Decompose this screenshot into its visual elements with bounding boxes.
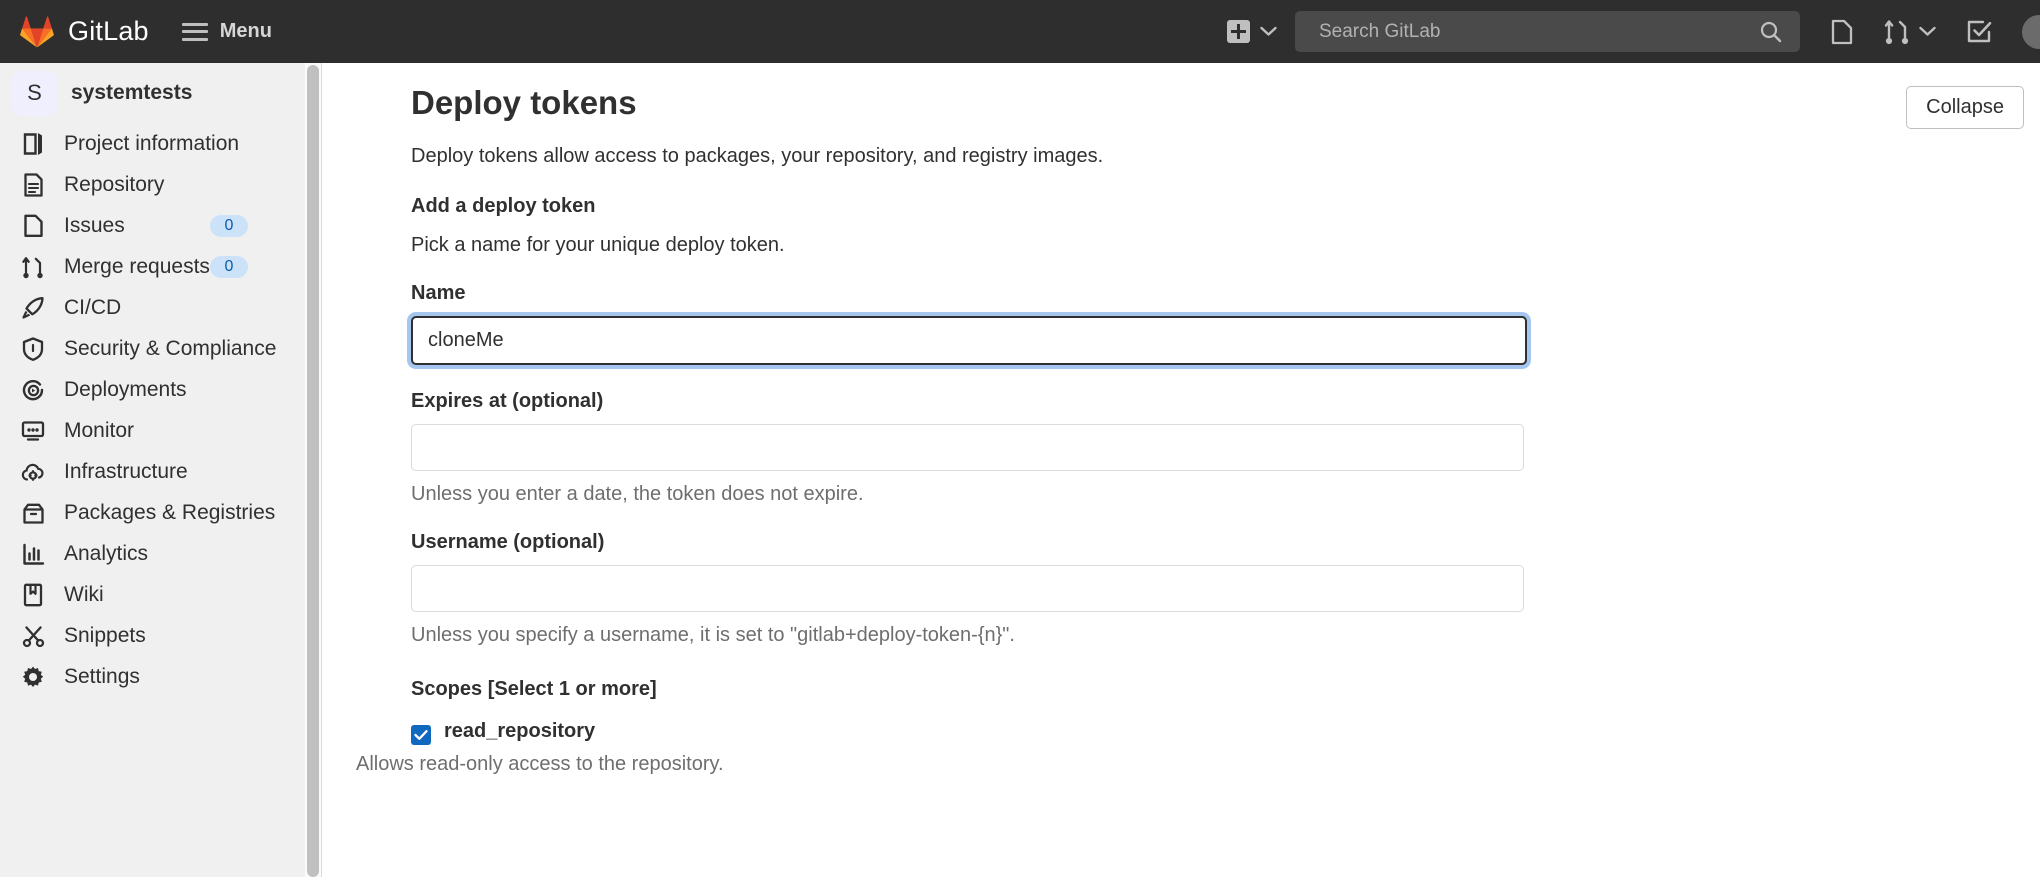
merge-request-icon [1884,18,1910,46]
sidebar-item-project-information[interactable]: Project information [0,124,321,164]
sidebar-item-label: Settings [64,665,140,689]
book-icon [20,583,46,607]
read-repository-description: Allows read-only access to the repositor… [356,753,2040,776]
project-avatar: S [12,71,57,116]
scope-option-read-repository: read_repository Allows read-only access … [323,720,2040,776]
expires-at-field-group: Expires at (optional) Unless you enter a… [411,390,2040,506]
search-placeholder-text: Search GitLab [1319,21,1440,43]
project-sidebar: S systemtests Project information Reposi… [0,63,322,877]
hamburger-menu-icon [182,23,208,41]
scopes-title: Scopes [Select 1 or more] [411,678,2040,701]
top-bar-right-group: Search GitLab [1227,0,2040,63]
sidebar-item-label: Deployments [64,378,187,402]
main-content: Collapse Deploy tokens Deploy tokens all… [323,63,2040,877]
sidebar-item-wiki[interactable]: Wiki [0,575,321,615]
sidebar-item-label: Security & Compliance [64,337,276,361]
main-menu-label: Menu [220,20,272,43]
rocket-icon [20,296,46,320]
name-input[interactable] [411,316,1527,365]
sidebar-item-ci-cd[interactable]: CI/CD [0,288,321,328]
sidebar-item-repository[interactable]: Repository [0,165,321,205]
gitlab-home-link[interactable]: GitLab [20,0,149,63]
chevron-down-icon [1260,26,1277,37]
username-help-text: Unless you specify a username, it is set… [411,624,2040,647]
plus-square-icon [1227,20,1250,43]
sidebar-item-label: Analytics [64,542,148,566]
sidebar-item-packages-registries[interactable]: Packages & Registries [0,493,321,533]
sidebar-item-settings[interactable]: Settings [0,657,321,697]
sidebar-item-label: Project information [64,132,239,156]
checkmark-icon [414,728,428,742]
merge-requests-count-badge: 0 [210,256,248,278]
sidebar-item-security-compliance[interactable]: Security & Compliance [0,329,321,369]
sidebar-item-snippets[interactable]: Snippets [0,616,321,656]
collapse-button[interactable]: Collapse [1906,86,2024,129]
sidebar-project-header[interactable]: S systemtests [0,63,321,123]
sidebar-item-label: Packages & Registries [64,501,275,525]
top-merge-requests-dropdown[interactable] [1884,18,1936,46]
sidebar-item-infrastructure[interactable]: Infrastructure [0,452,321,492]
sidebar-item-analytics[interactable]: Analytics [0,534,321,574]
read-repository-label[interactable]: read_repository [444,720,595,743]
sidebar-item-label: Monitor [64,419,134,443]
sidebar-item-merge-requests[interactable]: Merge requests 0 [0,247,321,287]
issues-icon [1830,19,1854,45]
sidebar-scrollbar-thumb[interactable] [307,65,319,877]
top-navigation-bar: GitLab Menu Search GitLab [0,0,2040,63]
sidebar-item-label: Issues [64,214,125,238]
add-token-section-title: Add a deploy token [411,195,2040,218]
monitor-icon [20,420,46,442]
sidebar-item-label: CI/CD [64,296,121,320]
page-title: Deploy tokens [411,84,2040,122]
sidebar-item-label: Repository [64,173,164,197]
top-issues-button[interactable] [1830,19,1854,45]
sidebar-item-monitor[interactable]: Monitor [0,411,321,451]
read-repository-checkbox[interactable] [411,725,431,745]
name-label: Name [411,282,2040,305]
user-avatar[interactable] [2022,15,2040,49]
expires-at-input[interactable] [411,424,1524,471]
sidebar-item-label: Wiki [64,583,104,607]
todo-checkbox-icon [1966,19,1992,45]
cloud-gear-icon [20,461,46,483]
merge-request-icon [20,255,46,280]
page-description: Deploy tokens allow access to packages, … [411,145,2040,168]
name-field-group: Name [411,282,2040,365]
sidebar-scrollbar-track[interactable] [305,63,321,877]
sidebar-item-label: Merge requests [64,255,210,279]
sidebar-item-label: Snippets [64,624,146,648]
sidebar-item-deployments[interactable]: Deployments [0,370,321,410]
project-info-icon [20,132,46,156]
gitlab-brand-name: GitLab [68,16,149,47]
top-todos-button[interactable] [1966,19,1992,45]
new-item-dropdown[interactable] [1227,20,1277,43]
gitlab-logo-icon [20,16,54,48]
issues-count-badge: 0 [210,215,248,237]
sidebar-item-issues[interactable]: Issues 0 [0,206,321,246]
gear-icon [20,665,46,689]
add-token-section-description: Pick a name for your unique deploy token… [411,234,2040,257]
username-field-group: Username (optional) Unless you specify a… [411,531,2040,647]
shield-icon [20,337,46,361]
username-input[interactable] [411,565,1524,612]
expires-at-help-text: Unless you enter a date, the token does … [411,483,2040,506]
issues-icon [20,214,46,238]
chart-icon [20,543,46,566]
search-icon[interactable] [1760,21,1782,43]
project-name: systemtests [71,81,192,105]
sidebar-item-label: Infrastructure [64,460,188,484]
expires-at-label: Expires at (optional) [411,390,2040,413]
package-icon [20,502,46,525]
deployments-icon [20,379,46,402]
chevron-down-icon [1919,26,1936,37]
search-input[interactable]: Search GitLab [1295,11,1800,52]
scissors-icon [20,625,46,648]
repository-icon [20,173,46,197]
username-label: Username (optional) [411,531,2040,554]
main-menu-button[interactable]: Menu [182,0,272,63]
